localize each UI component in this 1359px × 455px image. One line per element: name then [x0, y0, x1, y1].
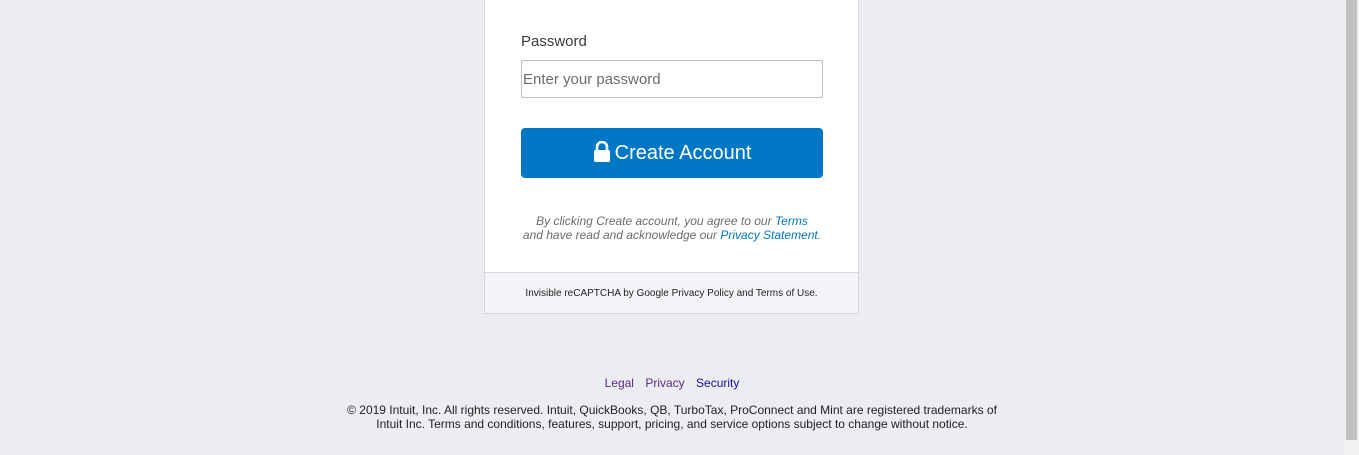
- agreement-suffix: .: [817, 228, 822, 242]
- page: Password Create Account By clicking Crea…: [0, 0, 1359, 455]
- password-label: Password: [521, 33, 587, 50]
- agreement-prefix: By clicking Create account, you agree to…: [536, 214, 775, 228]
- scrollbar-thumb[interactable]: [1346, 0, 1357, 440]
- vertical-scrollbar[interactable]: [1344, 0, 1359, 455]
- privacy-statement-link[interactable]: Privacy Statement: [720, 228, 817, 242]
- copyright-line-1: © 2019 Intuit, Inc. All rights reserved.…: [347, 403, 997, 417]
- footer-links: Legal Privacy Security: [0, 376, 1344, 390]
- copyright-notice: © 2019 Intuit, Inc. All rights reserved.…: [330, 403, 1014, 431]
- agreement-middle: and have read and acknowledge our: [522, 228, 721, 242]
- recaptcha-notice: Invisible reCAPTCHA by Google Privacy Po…: [485, 272, 858, 313]
- footer-link-security[interactable]: Security: [696, 376, 739, 390]
- create-account-label: Create Account: [614, 141, 752, 164]
- footer-link-legal[interactable]: Legal: [605, 376, 634, 390]
- copyright-line-2: Intuit Inc. Terms and conditions, featur…: [376, 417, 968, 431]
- footer-link-privacy[interactable]: Privacy: [645, 376, 684, 390]
- terms-link[interactable]: Terms: [775, 214, 808, 228]
- lock-icon: [593, 141, 610, 162]
- recaptcha-text: Invisible reCAPTCHA by Google Privacy Po…: [525, 287, 818, 299]
- sign-up-card: Password Create Account By clicking Crea…: [484, 0, 859, 314]
- create-account-button[interactable]: Create Account: [521, 128, 823, 178]
- password-input[interactable]: [521, 60, 823, 98]
- agreement-text: By clicking Create account, you agree to…: [521, 214, 823, 242]
